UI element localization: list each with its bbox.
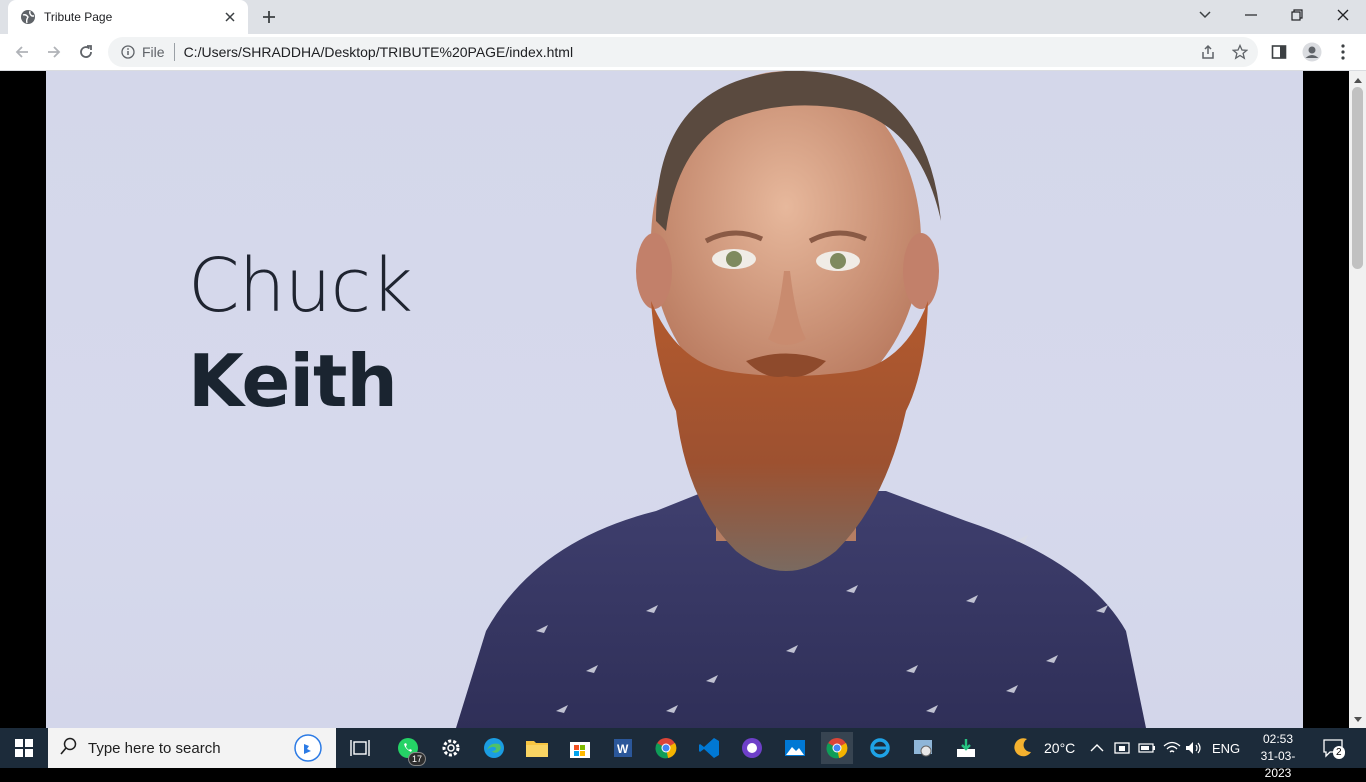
side-panel-icon[interactable] [1267,40,1291,64]
file-explorer-icon[interactable] [521,732,553,764]
new-tab-button[interactable] [258,6,280,28]
settings-gear-icon[interactable] [435,732,467,764]
weather-temp: 20°C [1044,740,1076,756]
windows-start-button[interactable] [0,728,48,768]
search-icon [60,737,78,760]
taskbar-search-box[interactable]: Type here to search [48,728,336,768]
menu-kebab-icon[interactable] [1331,40,1355,64]
profile-avatar-icon[interactable] [1300,40,1324,64]
word-icon[interactable]: W [607,732,639,764]
meet-now-icon[interactable] [1114,728,1130,768]
whatsapp-unread-badge: 17 [407,752,426,766]
control-panel-icon[interactable] [907,732,939,764]
reload-button[interactable] [72,38,100,66]
minimize-button[interactable] [1228,0,1274,30]
bookmark-star-icon[interactable] [1228,40,1252,64]
task-view-icon[interactable] [344,732,376,764]
internet-explorer-icon[interactable] [864,732,896,764]
share-icon[interactable] [1196,40,1220,64]
github-desktop-icon[interactable] [736,732,768,764]
chrome-icon[interactable] [650,732,682,764]
wifi-icon[interactable] [1163,728,1181,768]
vscode-icon[interactable] [693,732,725,764]
microsoft-store-icon[interactable] [564,732,596,764]
clock[interactable]: 02:53 31-03-2023 [1248,731,1308,782]
page-viewport: Chuck Keith [0,71,1366,728]
browser-tab-strip: Tribute Page [0,0,1366,34]
notification-center-icon[interactable]: 2 [1322,728,1345,768]
portrait-image [456,71,1146,728]
tab-title: Tribute Page [44,10,113,24]
svg-text:W: W [617,742,629,756]
url-text[interactable]: C:/Users/SHRADDHA/Desktop/TRIBUTE%20PAGE… [184,44,574,60]
vertical-scrollbar[interactable] [1349,71,1366,728]
windows-taskbar: Type here to search 17 W 20°C ENG 02:53 … [0,728,1366,780]
omnibox-separator [173,43,175,61]
address-bar[interactable]: File C:/Users/SHRADDHA/Desktop/TRIBUTE%2… [108,37,1258,67]
restore-button[interactable] [1274,0,1320,30]
last-name-heading: Keith [188,339,398,423]
back-button[interactable] [8,38,36,66]
chrome-active-icon[interactable] [821,732,853,764]
language-label: ENG [1212,740,1241,756]
whatsapp-icon[interactable]: 17 [392,732,426,766]
clock-time: 02:53 [1262,732,1294,746]
globe-icon [20,9,36,25]
file-scheme-label: File [142,44,165,60]
notification-count-badge: 2 [1333,746,1345,759]
language-indicator[interactable]: ENG [1212,728,1240,768]
search-placeholder: Type here to search [88,739,221,757]
weather-widget[interactable]: 20°C [1012,728,1075,768]
scroll-down-arrow-icon[interactable] [1353,715,1362,724]
forward-button[interactable] [40,38,68,66]
browser-tab[interactable]: Tribute Page [8,0,248,34]
clock-date: 31-03-2023 [1260,749,1296,780]
scroll-up-arrow-icon[interactable] [1353,75,1362,84]
tab-search-chevron-icon[interactable] [1182,0,1228,30]
scrollbar-thumb[interactable] [1352,87,1363,269]
close-tab-icon[interactable] [222,9,238,25]
chevron-up-icon[interactable] [1090,728,1104,768]
site-info-icon[interactable] [120,44,136,60]
battery-icon[interactable] [1138,728,1156,768]
edge-browser-icon[interactable] [478,732,510,764]
volume-icon[interactable] [1185,728,1203,768]
installer-icon[interactable] [950,732,982,764]
photos-icon[interactable] [779,732,811,764]
hero-section: Chuck Keith [46,71,1303,728]
moon-icon [1012,736,1034,761]
first-name-heading: Chuck [188,243,413,329]
bing-icon[interactable] [294,734,322,767]
close-window-button[interactable] [1320,0,1366,30]
browser-toolbar: File C:/Users/SHRADDHA/Desktop/TRIBUTE%2… [0,34,1366,71]
